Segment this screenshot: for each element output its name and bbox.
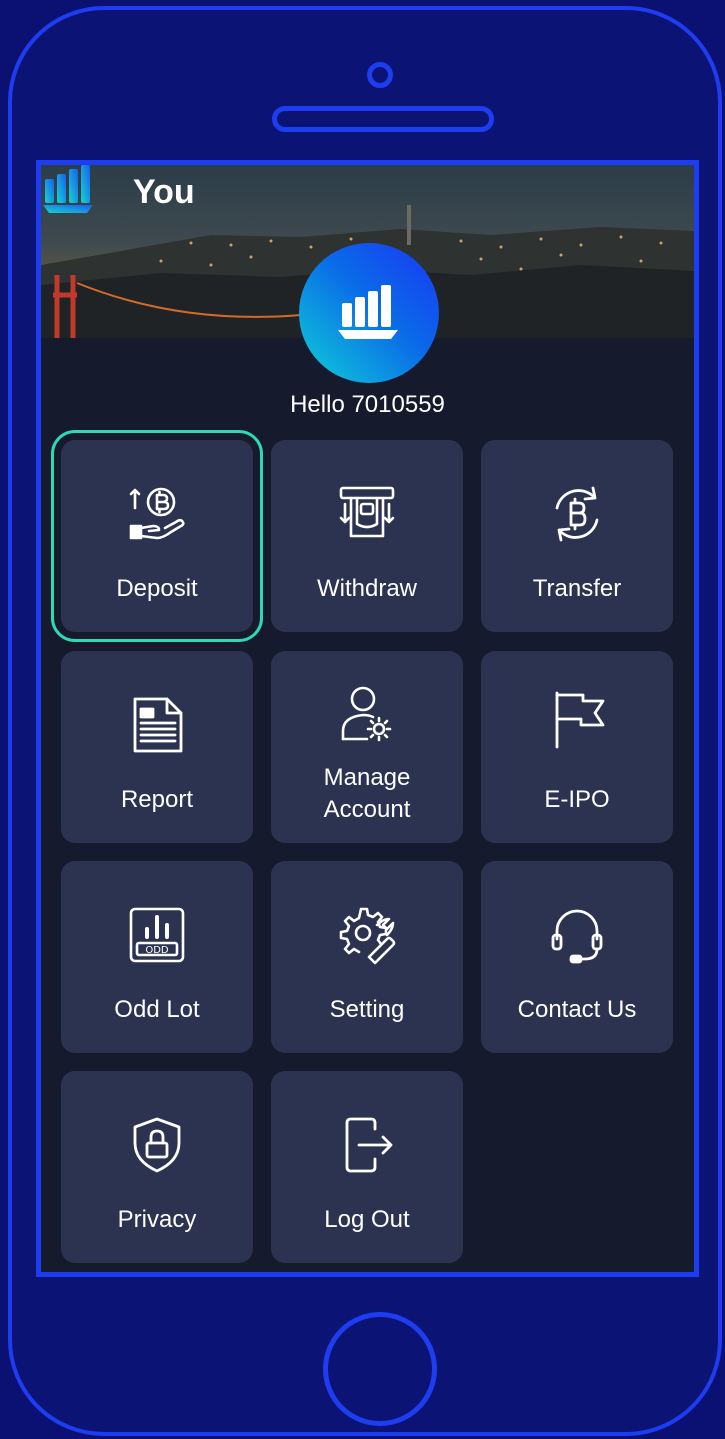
withdraw-icon (337, 484, 397, 544)
logout-icon (337, 1115, 397, 1175)
report-button[interactable]: Report (61, 651, 253, 843)
contact-us-button[interactable]: Contact Us (481, 861, 673, 1053)
flag-icon (547, 689, 607, 749)
tile-label: Deposit (116, 575, 198, 602)
home-button[interactable] (323, 1312, 437, 1426)
svg-text:ODD: ODD (145, 945, 169, 956)
tile-label: Withdraw (316, 575, 418, 602)
camera-icon (367, 62, 393, 88)
greeting-text: Hello 7010559 (290, 391, 445, 418)
transfer-button[interactable]: Transfer (481, 440, 673, 632)
tile-label: Contact Us (517, 996, 637, 1023)
avatar[interactable] (299, 243, 439, 383)
tile-label: Report (120, 786, 194, 813)
app-logo-icon (43, 165, 93, 213)
withdraw-button[interactable]: Withdraw (271, 440, 463, 632)
tile-label: Setting (329, 996, 405, 1023)
tile-label: E-IPO (544, 786, 610, 813)
speaker-grille (272, 106, 494, 132)
page-title: You (133, 173, 195, 211)
headset-icon (547, 905, 607, 965)
transfer-icon (547, 484, 607, 544)
tile-label: Transfer (532, 575, 622, 602)
settings-icon (337, 905, 397, 965)
app-screen: You Hello 7010559 Deposit Withdraw Trans… (36, 160, 699, 1277)
tile-label: Manage Account (323, 764, 411, 823)
tile-label: Privacy (117, 1206, 197, 1233)
privacy-shield-icon (127, 1115, 187, 1175)
deposit-button[interactable]: Deposit (51, 430, 263, 642)
odd-lot-icon: ODD (127, 905, 187, 965)
log-out-button[interactable]: Log Out (271, 1071, 463, 1263)
brand-logo-icon (338, 285, 398, 339)
deposit-icon (127, 484, 187, 544)
setting-button[interactable]: Setting (271, 861, 463, 1053)
manage-account-button[interactable]: Manage Account (271, 651, 463, 843)
e-ipo-button[interactable]: E-IPO (481, 651, 673, 843)
manage-account-icon (337, 685, 397, 745)
privacy-button[interactable]: Privacy (61, 1071, 253, 1263)
tile-label: Odd Lot (114, 996, 200, 1023)
report-icon (127, 695, 187, 755)
odd-lot-button[interactable]: ODD Odd Lot (61, 861, 253, 1053)
tile-label: Log Out (324, 1206, 410, 1233)
